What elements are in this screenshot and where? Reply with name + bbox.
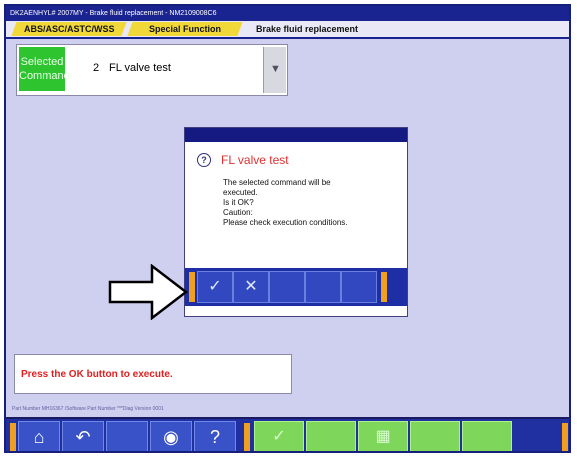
bar-endcap: [381, 272, 387, 302]
help-icon: ?: [209, 427, 220, 447]
empty-button[interactable]: [305, 271, 341, 303]
empty-button[interactable]: [462, 421, 512, 451]
selected-command-number: 2: [93, 62, 100, 74]
dialog-message-line: Is it OK?: [223, 198, 254, 207]
back-button[interactable]: ↶: [62, 421, 104, 451]
tab-abs[interactable]: ABS/ASC/ASTC/WSS: [11, 22, 127, 36]
check-icon: ✓: [208, 278, 222, 295]
window-title: DK2AENHYL# 2007MY - Brake fluid replacem…: [6, 6, 569, 21]
execute-button[interactable]: ✓: [254, 421, 304, 451]
tab-brake-fluid-label: Brake fluid replacement: [256, 24, 359, 34]
dialog-heading: FL valve test: [221, 153, 289, 167]
chevron-down-icon: ▼: [270, 63, 281, 75]
home-button[interactable]: ⌂: [18, 421, 60, 451]
status-message: Press the OK button to execute.: [21, 369, 173, 380]
dialog-message-line: The selected command will be: [223, 178, 331, 187]
check-icon: ✓: [272, 428, 286, 445]
disc-button[interactable]: ◉: [150, 421, 192, 451]
tab-special-function-label: Special Function: [148, 24, 221, 34]
tab-abs-label: ABS/ASC/ASTC/WSS: [23, 24, 115, 34]
data-button[interactable]: ▦: [358, 421, 408, 451]
disc-icon: ◉: [163, 427, 179, 447]
dialog-message-line: Please check execution conditions.: [223, 218, 348, 227]
empty-button[interactable]: [410, 421, 460, 451]
bar-endcap: [244, 423, 250, 451]
dialog-message-line: Caution:: [223, 208, 253, 217]
pointer-arrow-icon: [108, 264, 189, 320]
selected-command-label: Selected Command: [19, 47, 70, 91]
breadcrumb-tabs: ABS/ASC/ASTC/WSS Special Function Brake …: [6, 21, 569, 39]
dialog-message-line: executed.: [223, 188, 258, 197]
part-number-line: Part Number MH16367 /Software Part Numbe…: [12, 406, 164, 412]
bar-endcap: [10, 423, 16, 451]
confirm-dialog: ? FL valve test The selected command wil…: [184, 127, 408, 317]
question-icon: ?: [197, 153, 211, 167]
selected-command-name: FL valve test: [109, 62, 171, 74]
dialog-message: The selected command will be executed. I…: [223, 178, 348, 228]
empty-button[interactable]: [306, 421, 356, 451]
empty-button[interactable]: [269, 271, 305, 303]
command-dropdown-button[interactable]: ▼: [263, 47, 286, 93]
ok-button[interactable]: ✓: [197, 271, 233, 303]
tab-special-function[interactable]: Special Function: [127, 22, 243, 36]
data-icon: ▦: [375, 428, 391, 445]
bottom-toolbar: ⌂ ↶ ◉ ? ✓ ▦: [6, 417, 569, 451]
help-button[interactable]: ?: [194, 421, 236, 451]
bar-endcap: [562, 423, 568, 451]
tab-brake-fluid-replacement[interactable]: Brake fluid replacement: [256, 22, 386, 36]
selected-command-box: Selected Command 2 FL valve test ▼: [16, 44, 288, 96]
back-icon: ↶: [75, 427, 91, 447]
status-box: Press the OK button to execute.: [14, 354, 292, 394]
home-icon: ⌂: [33, 427, 45, 447]
dialog-button-bar: ✓ ✕: [185, 268, 407, 306]
empty-button[interactable]: [106, 421, 148, 451]
app-window: DK2AENHYL# 2007MY - Brake fluid replacem…: [4, 4, 571, 453]
dialog-titlebar: [185, 128, 407, 142]
cancel-button[interactable]: ✕: [233, 271, 269, 303]
empty-button[interactable]: [341, 271, 377, 303]
cross-icon: ✕: [244, 278, 258, 295]
